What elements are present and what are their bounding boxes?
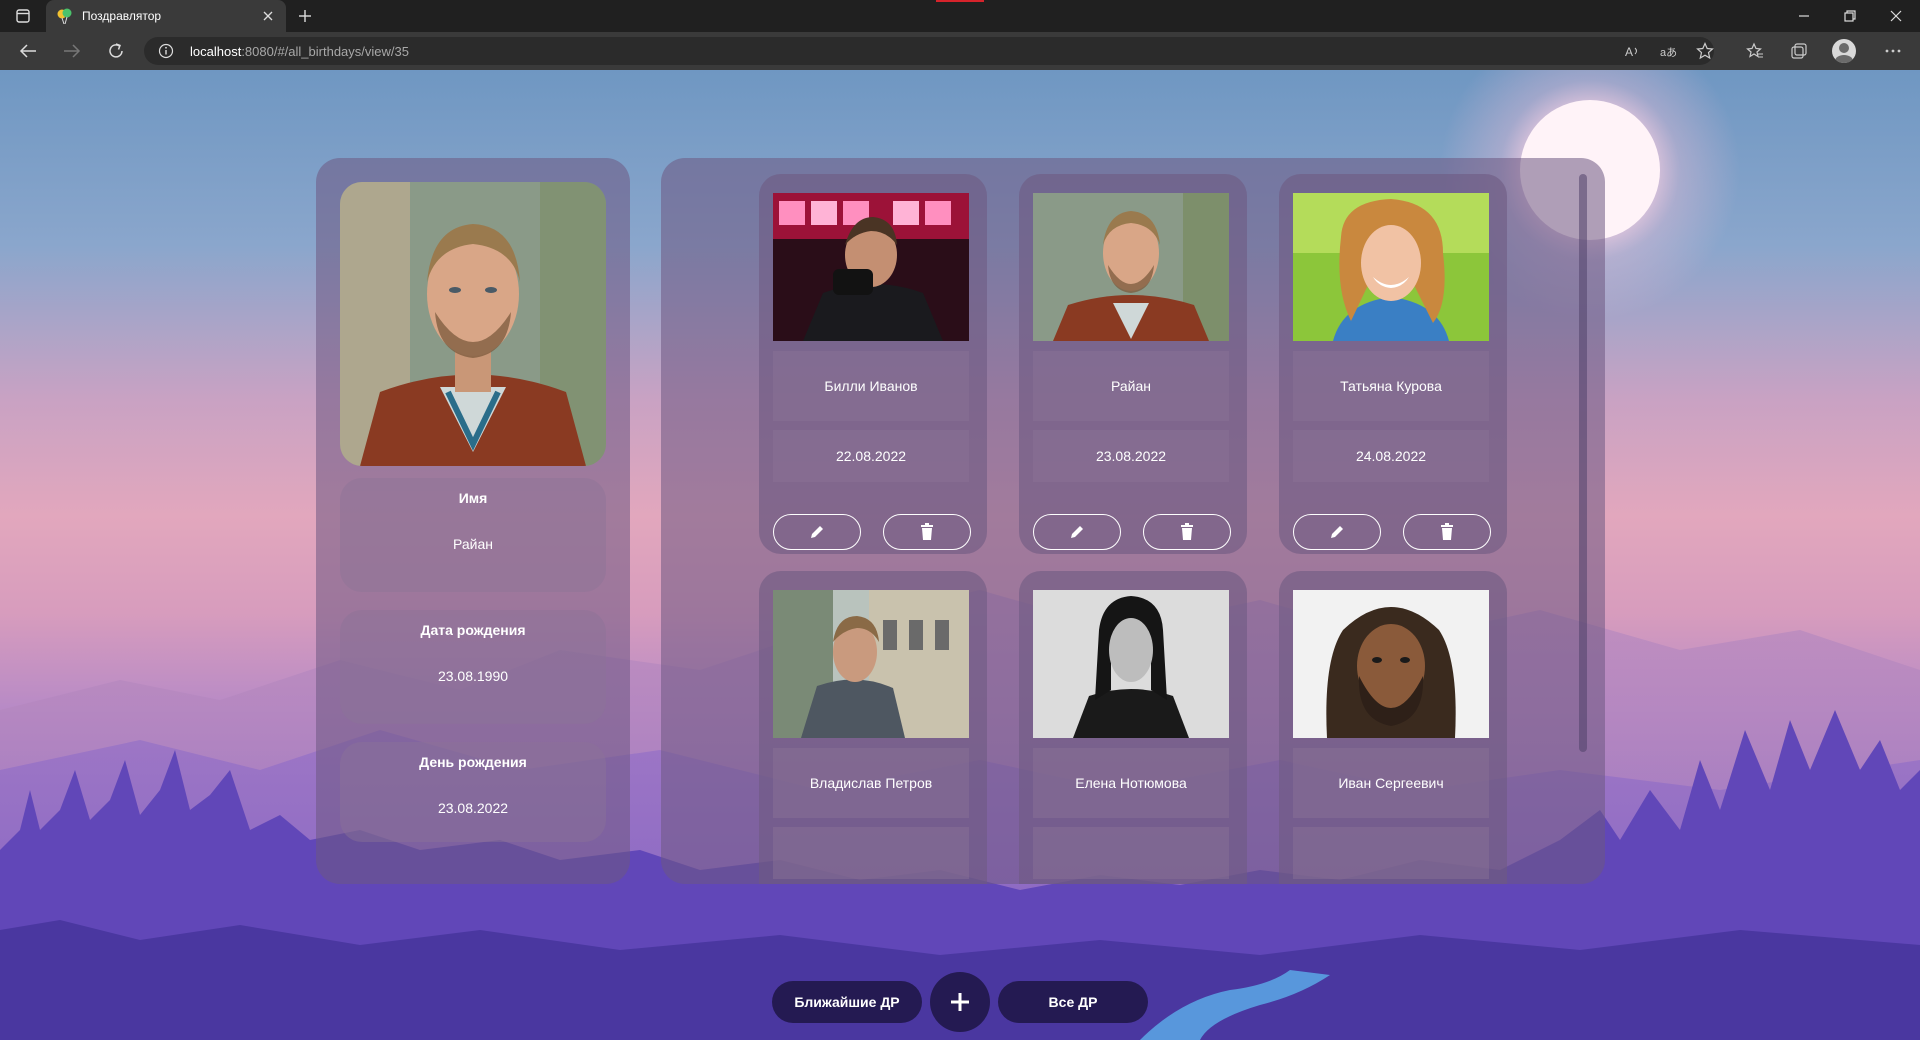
edit-button[interactable] — [1033, 514, 1121, 550]
delete-button[interactable] — [883, 514, 971, 550]
page-viewport: Имя Райан Дата рождения 23.08.1990 День … — [0, 70, 1920, 1040]
card-name: Елена Нотюмова — [1033, 748, 1229, 818]
birthdate-label: Дата рождения — [420, 622, 526, 638]
card-photo — [1033, 590, 1229, 738]
plus-icon — [951, 993, 969, 1011]
browser-titlebar: Поздравлятор — [0, 0, 1920, 32]
balloons-icon — [56, 8, 74, 25]
read-aloud-icon[interactable]: A — [1620, 38, 1646, 64]
name-label: Имя — [458, 490, 488, 506]
delete-button[interactable] — [1143, 514, 1231, 550]
back-icon[interactable] — [14, 38, 42, 64]
close-window-icon[interactable] — [1874, 0, 1918, 32]
birthday-detail-panel: Имя Райан Дата рождения 23.08.1990 День … — [316, 158, 630, 884]
card-photo — [773, 193, 969, 341]
svg-text:A: A — [1625, 45, 1633, 59]
card-photo — [1033, 193, 1229, 341]
restore-icon[interactable] — [1828, 0, 1872, 32]
address-bar[interactable]: localhost:8080/#/all_birthdays/view/35 — [144, 37, 1714, 65]
birthdate-value: 23.08.1990 — [437, 668, 509, 684]
card-date — [773, 827, 969, 879]
birthday-block: День рождения 23.08.2022 — [340, 742, 606, 842]
card-date — [1293, 827, 1489, 879]
translate-icon[interactable]: aあ — [1656, 38, 1682, 64]
pencil-icon — [1331, 526, 1343, 538]
refresh-icon[interactable] — [102, 38, 130, 64]
site-info-icon[interactable] — [158, 43, 174, 59]
birthday-card[interactable]: Билли Иванов 22.08.2022 — [759, 174, 987, 554]
list-scrollbar[interactable] — [1579, 174, 1587, 752]
tab-actions-icon[interactable] — [12, 6, 34, 26]
more-icon[interactable] — [1880, 38, 1906, 64]
add-birthday-button[interactable] — [930, 972, 990, 1032]
delete-button[interactable] — [1403, 514, 1491, 550]
tab-title: Поздравлятор — [82, 9, 162, 23]
card-date — [1033, 827, 1229, 879]
edit-button[interactable] — [1293, 514, 1381, 550]
svg-text:aあ: aあ — [1660, 46, 1677, 59]
profile-photo — [340, 182, 606, 466]
name-value: Райан — [453, 536, 493, 552]
upcoming-birthdays-button[interactable]: Ближайшие ДР — [772, 981, 922, 1023]
browser-tab[interactable]: Поздравлятор — [46, 0, 286, 32]
card-photo — [1293, 193, 1489, 341]
pencil-icon — [811, 526, 823, 538]
name-block: Имя Райан — [340, 478, 606, 592]
birthday-value: 23.08.2022 — [437, 800, 509, 816]
trash-icon — [921, 523, 933, 540]
url-path: :8080/#/all_birthdays/view/35 — [241, 43, 409, 59]
card-name: Билли Иванов — [773, 351, 969, 421]
card-photo — [773, 590, 969, 738]
card-date: 23.08.2022 — [1033, 430, 1229, 482]
birthday-card[interactable]: Райан 23.08.2022 — [1019, 174, 1247, 554]
trash-icon — [1441, 523, 1453, 540]
card-name: Райан — [1033, 351, 1229, 421]
birthdate-block: Дата рождения 23.08.1990 — [340, 610, 606, 724]
card-name: Иван Сергеевич — [1293, 748, 1489, 818]
trash-icon — [1181, 523, 1193, 540]
birthday-card[interactable]: Иван Сергеевич — [1279, 571, 1507, 884]
card-name: Владислав Петров — [773, 748, 969, 818]
pencil-icon — [1071, 526, 1083, 538]
birthday-card[interactable]: Елена Нотюмова — [1019, 571, 1247, 884]
all-birthdays-button[interactable]: Все ДР — [998, 981, 1148, 1023]
birthday-list-panel[interactable]: Билли Иванов 22.08.2022 Райан 23.08.2022… — [661, 158, 1605, 884]
favorites-icon[interactable] — [1742, 38, 1768, 64]
url-host: localhost — [190, 43, 242, 59]
birthday-label: День рождения — [419, 754, 527, 770]
profile-avatar[interactable] — [1832, 39, 1856, 63]
record-indicator — [936, 0, 984, 2]
close-tab-icon[interactable] — [260, 8, 276, 24]
card-photo — [1293, 590, 1489, 738]
birthday-card[interactable]: Владислав Петров — [759, 571, 987, 884]
collections-icon[interactable] — [1786, 38, 1812, 64]
forward-icon[interactable] — [58, 38, 86, 64]
card-date: 22.08.2022 — [773, 430, 969, 482]
card-name: Татьяна Курова — [1293, 351, 1489, 421]
new-tab-icon[interactable] — [294, 6, 316, 26]
card-date: 24.08.2022 — [1293, 430, 1489, 482]
add-favorite-icon[interactable] — [1692, 38, 1718, 64]
edit-button[interactable] — [773, 514, 861, 550]
browser-toolbar: localhost:8080/#/all_birthdays/view/35 A… — [0, 32, 1920, 70]
minimize-icon[interactable] — [1782, 0, 1826, 32]
birthday-card[interactable]: Татьяна Курова 24.08.2022 — [1279, 174, 1507, 554]
